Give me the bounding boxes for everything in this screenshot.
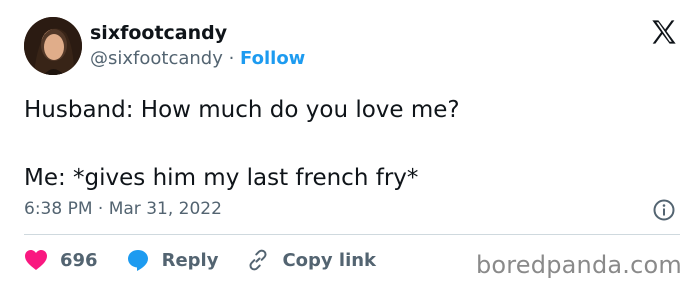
avatar-image: [24, 17, 82, 75]
link-icon: [249, 249, 267, 271]
handle-separator: ·: [222, 48, 241, 69]
info-icon[interactable]: [652, 198, 676, 222]
copy-link-label: Copy link: [282, 249, 377, 271]
tweet-text: Husband: How much do you love me? Me: *g…: [24, 97, 460, 191]
author-handle-row: @sixfootcandy · Follow: [90, 48, 305, 69]
like-button[interactable]: 696: [24, 249, 98, 271]
tweet-actions: 696 Reply Copy link: [24, 248, 404, 272]
author-display-name[interactable]: sixfootcandy: [90, 22, 227, 44]
watermark: boredpanda.com: [475, 251, 682, 279]
avatar[interactable]: [24, 17, 82, 75]
follow-button[interactable]: Follow: [240, 48, 305, 69]
speech-bubble-icon: [127, 250, 148, 271]
reply-label: Reply: [161, 249, 219, 271]
tweet-timestamp[interactable]: 6:38 PM · Mar 31, 2022: [24, 199, 222, 219]
divider: [24, 234, 680, 235]
copy-link-button[interactable]: Copy link: [246, 248, 376, 272]
x-logo-icon[interactable]: [650, 18, 678, 46]
heart-icon: [25, 250, 47, 270]
reply-button[interactable]: Reply: [126, 248, 219, 272]
author-handle[interactable]: @sixfootcandy: [90, 48, 223, 69]
like-count: 696: [60, 249, 98, 271]
